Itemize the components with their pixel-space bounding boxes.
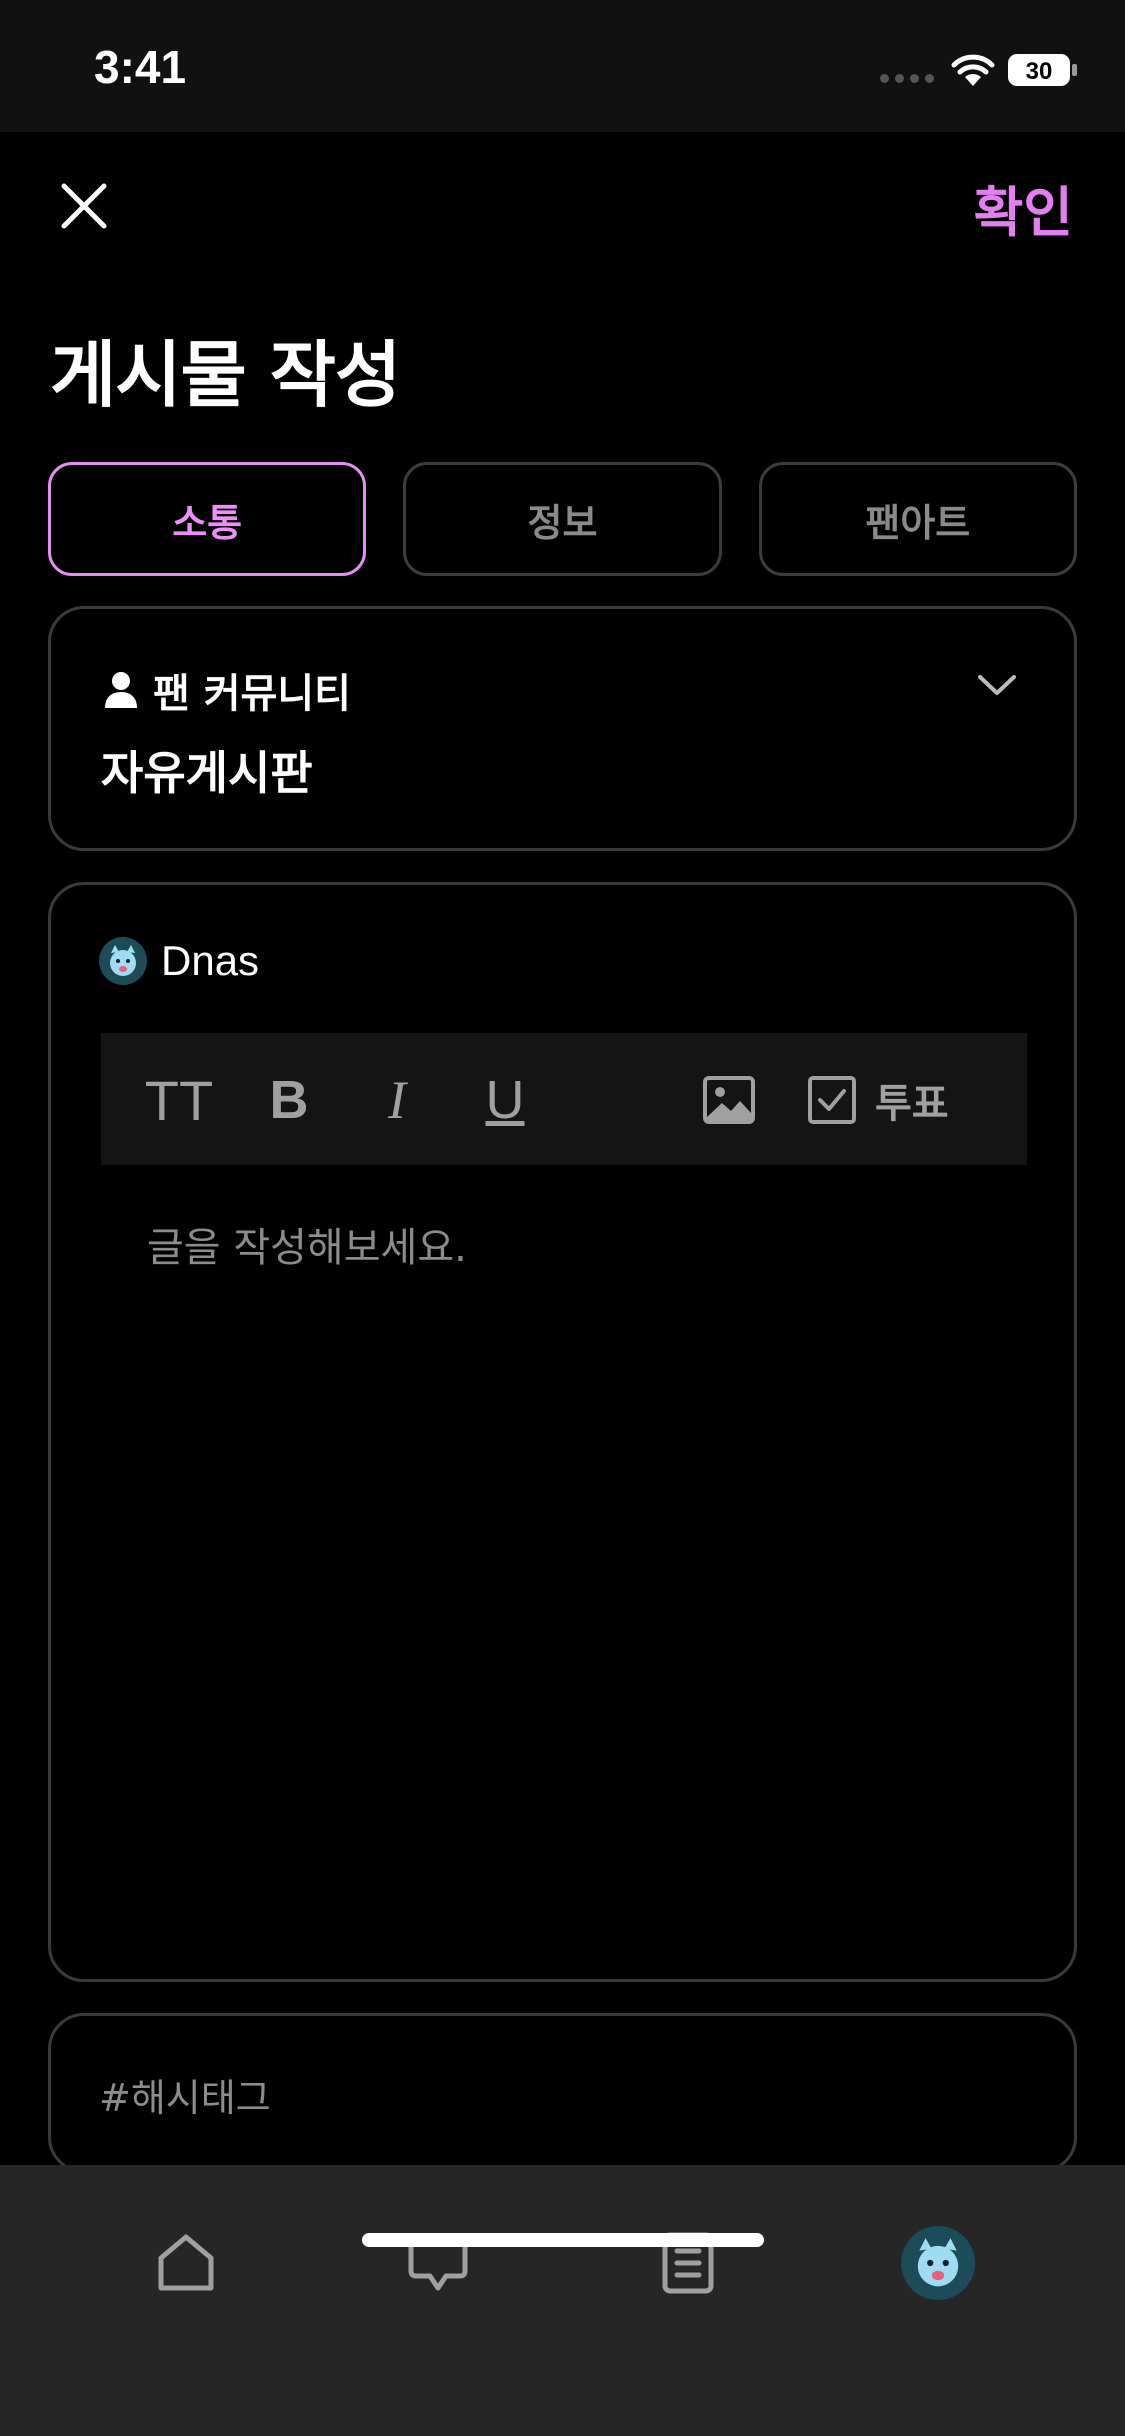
nav-chat[interactable] (390, 2215, 486, 2311)
text-size-icon: TT (144, 1068, 214, 1132)
bold-button[interactable]: B (259, 1069, 319, 1131)
format-toolbar: TT B I U 투표 (101, 1033, 1027, 1165)
nav-home[interactable] (138, 2215, 234, 2311)
mascot-icon (110, 945, 136, 976)
author-row: Dnas (99, 937, 259, 985)
battery-icon: 30 (1008, 54, 1077, 86)
tab-fanart[interactable]: 팬아트 (758, 462, 1077, 576)
close-button[interactable] (50, 172, 118, 240)
image-icon (703, 1076, 755, 1124)
status-time: 3:41 (94, 41, 187, 93)
nav-documents[interactable] (640, 2215, 736, 2311)
board-selector[interactable]: 팬 커뮤니티 자유게시판 (48, 606, 1077, 851)
person-icon (105, 672, 137, 708)
close-icon (61, 183, 107, 229)
bottom-nav (0, 2165, 1125, 2436)
vote-label: 투표 (875, 1081, 949, 1127)
italic-icon: I (388, 1070, 406, 1130)
chevron-down-icon (978, 675, 1016, 695)
home-icon (158, 2234, 214, 2291)
signal-icon (880, 74, 936, 84)
underline-icon: U (485, 1070, 525, 1130)
home-indicator (362, 2233, 764, 2247)
bold-icon: B (269, 1070, 309, 1130)
tab-info[interactable]: 정보 (403, 462, 722, 576)
underline-button[interactable]: U (475, 1069, 535, 1131)
mascot-icon (917, 2238, 959, 2287)
category-tabs: 소통 정보 팬아트 (48, 462, 1077, 576)
board-name: 자유게시판 (101, 746, 313, 800)
post-body-input[interactable] (101, 1215, 1027, 1915)
tab-communication[interactable]: 소통 (48, 462, 367, 576)
status-bar: 3:41 30 (0, 0, 1125, 132)
checkbox-icon (808, 1076, 856, 1124)
editor: Dnas TT B I U 투표 (48, 882, 1077, 1982)
avatar (99, 937, 147, 985)
profile-avatar (901, 2226, 975, 2300)
header: 확인 (0, 132, 1125, 282)
nav-profile[interactable] (890, 2215, 986, 2311)
author-name: Dnas (161, 937, 260, 984)
image-button[interactable] (699, 1069, 759, 1131)
battery-level: 30 (1026, 58, 1053, 85)
hashtag-field[interactable] (48, 2013, 1077, 2173)
page-title: 게시물 작성 (50, 333, 401, 417)
vote-button[interactable]: 투표 (807, 1069, 967, 1131)
wifi-icon (951, 54, 995, 86)
hashtag-input[interactable] (99, 2068, 999, 2128)
confirm-button[interactable]: 확인 (974, 168, 1073, 247)
italic-button[interactable]: I (367, 1069, 427, 1131)
community-label: 팬 커뮤니티 (153, 671, 351, 717)
community-row: 팬 커뮤니티 (103, 661, 351, 719)
text-size-button[interactable]: TT (145, 1069, 213, 1132)
